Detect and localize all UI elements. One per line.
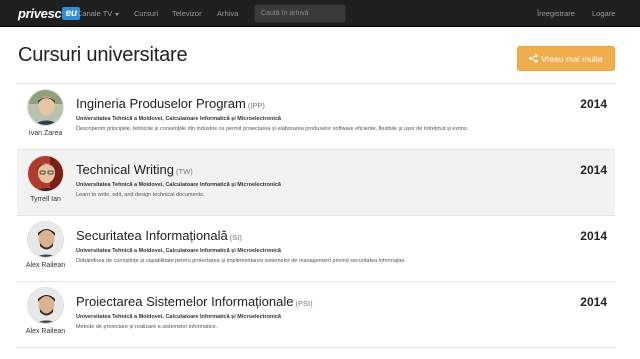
share-icon bbox=[529, 54, 538, 63]
avatar[interactable] bbox=[27, 287, 64, 324]
course-university: Universitatea Tehnică a Moldovei, Calcul… bbox=[76, 182, 281, 188]
course-author[interactable]: Alex Railean bbox=[17, 328, 74, 335]
nav-televizor[interactable]: Televizor bbox=[172, 0, 202, 27]
course-title-text: Proiectarea Sistemelor Informaționale bbox=[76, 294, 294, 309]
page-title: Cursuri universitare bbox=[18, 44, 188, 66]
course-title-text: Technical Writing bbox=[76, 162, 175, 177]
want-more-label: Vreau mai multe bbox=[541, 53, 603, 64]
course-year: 2014 bbox=[580, 163, 607, 177]
course-row-psi[interactable]: Alex Railean Proiectarea Sistemelor Info… bbox=[17, 282, 615, 348]
course-description: Descoperim principiile, tehnicile și con… bbox=[76, 126, 469, 132]
avatar[interactable] bbox=[27, 221, 64, 258]
chevron-down-icon bbox=[115, 12, 120, 16]
course-title-text: Securitatea Informațională bbox=[76, 228, 228, 243]
nav-login[interactable]: Logare bbox=[592, 0, 615, 27]
course-code: (PSI) bbox=[295, 299, 313, 308]
course-university: Universitatea Tehnică a Moldovei, Calcul… bbox=[76, 248, 281, 254]
course-description: Metode de proiectare și realizare a sist… bbox=[76, 324, 218, 330]
course-year: 2014 bbox=[580, 97, 607, 111]
nav-cursuri[interactable]: Cursuri bbox=[134, 0, 158, 27]
course-title[interactable]: Ingineria Produselor Program (IPP) bbox=[76, 96, 265, 111]
course-description: Learn to write, edit, and design technic… bbox=[76, 192, 205, 198]
course-list: Ivan Zarea Ingineria Produselor Program(… bbox=[17, 84, 615, 348]
course-title-text: Ingineria Produselor Program bbox=[76, 96, 246, 111]
search-input[interactable] bbox=[254, 4, 346, 23]
course-year: 2014 bbox=[580, 229, 607, 243]
course-author[interactable]: Alex Railean bbox=[17, 262, 74, 269]
avatar[interactable] bbox=[27, 89, 64, 126]
course-code: (SI) bbox=[229, 233, 242, 242]
nav-register[interactable]: Înregistrare bbox=[537, 0, 575, 27]
course-description: Dobândirea de cunoștințe și capabilitate… bbox=[76, 258, 406, 264]
course-author[interactable]: Ivan Zarea bbox=[17, 130, 74, 137]
course-university: Universitatea Tehnică a Moldovei, Calcul… bbox=[76, 314, 281, 320]
avatar[interactable] bbox=[27, 155, 64, 192]
logo-text: privesc bbox=[18, 6, 62, 21]
course-code: (TW) bbox=[176, 167, 193, 176]
site-logo[interactable]: privesc eu bbox=[18, 6, 81, 21]
course-title[interactable]: Proiectarea Sistemelor Informaționale (PS… bbox=[76, 294, 313, 309]
course-code: (IPP) bbox=[247, 101, 265, 110]
course-year: 2014 bbox=[580, 295, 607, 309]
course-row-tw[interactable]: Tyrrell Ian Technical Writing (TW) Univer… bbox=[17, 150, 615, 216]
top-navbar: privesc eu Canale TV Cursuri Televizor A… bbox=[0, 0, 640, 27]
course-row-si[interactable]: Alex Railean Securitatea Informațională(… bbox=[17, 216, 615, 282]
course-author[interactable]: Tyrrell Ian bbox=[17, 196, 74, 203]
nav-canale-tv-label: Canale TV bbox=[77, 9, 113, 18]
course-title[interactable]: Technical Writing (TW) bbox=[76, 162, 193, 177]
course-university: Universitatea Tehnică a Moldovei, Calcul… bbox=[76, 116, 281, 122]
want-more-button[interactable]: Vreau mai multe bbox=[517, 46, 615, 71]
course-title[interactable]: Securitatea Informațională (SI) bbox=[76, 228, 242, 243]
nav-canale-tv-dropdown[interactable]: Canale TV bbox=[77, 0, 120, 27]
nav-arhiva[interactable]: Arhiva bbox=[217, 0, 238, 27]
course-row-ipp[interactable]: Ivan Zarea Ingineria Produselor Program(… bbox=[17, 84, 615, 150]
